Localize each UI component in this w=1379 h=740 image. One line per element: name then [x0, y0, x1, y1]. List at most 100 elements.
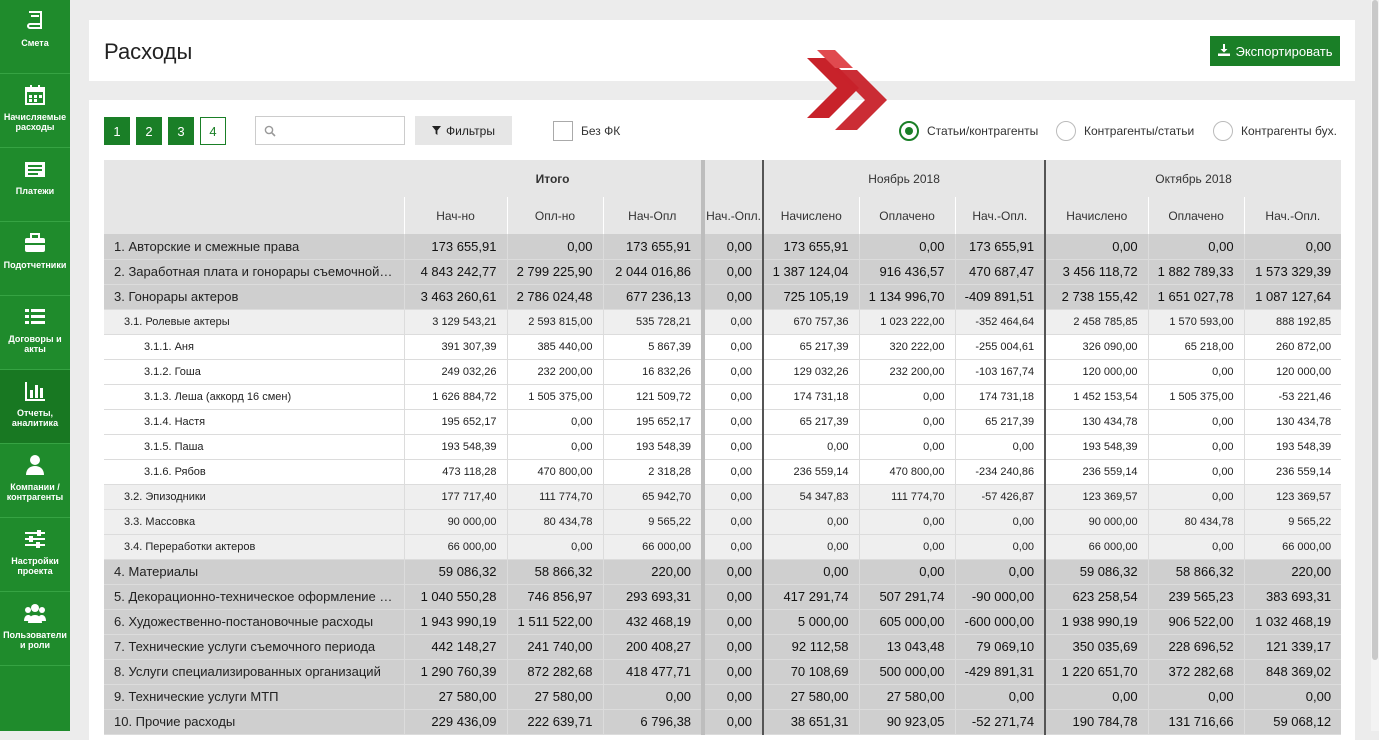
group-header-blank	[703, 160, 764, 197]
table-row[interactable]: 3.1.5. Паша 193 548,39 0,00 193 548,39 0,00 0…	[104, 434, 1341, 460]
table-row[interactable]: 2. Заработная плата и гонорары съемочной…	[104, 259, 1341, 285]
page-button-2[interactable]: 2	[136, 117, 162, 145]
export-button[interactable]: Экспортировать	[1210, 36, 1340, 66]
value-cell: 326 090,00	[1044, 334, 1149, 360]
column-header[interactable]: Начислено	[1044, 197, 1149, 234]
value-cell: 350 035,69	[1044, 634, 1149, 660]
book-icon	[24, 10, 46, 32]
page-button-3[interactable]: 3	[168, 117, 194, 145]
sidebar-item-users[interactable]: Пользователи и роли	[0, 592, 70, 666]
search-field[interactable]	[255, 116, 405, 145]
value-cell: 90 000,00	[1044, 509, 1149, 535]
value-cell: 58 866,32	[1147, 559, 1245, 585]
row-name-cell: 3.1. Ролевые актеры	[104, 309, 404, 335]
table-row[interactable]: 3.1.3. Леша (аккорд 16 смен) 1 626 884,72…	[104, 384, 1341, 410]
value-cell: 173 655,91	[954, 234, 1046, 260]
sidebar-item-list[interactable]: Договоры и акты	[0, 296, 70, 370]
row-name-cell: 3. Гонорары актеров	[104, 284, 404, 310]
filters-button[interactable]: Фильтры	[415, 116, 512, 145]
value-cell: 0,00	[702, 359, 764, 385]
table-row[interactable]: 1. Авторские и смежные права 173 655,91 0,…	[104, 234, 1341, 260]
value-cell: 470 800,00	[858, 459, 956, 485]
value-cell: 916 436,57	[858, 259, 956, 285]
sidebar-item-book[interactable]: Смета	[0, 0, 70, 74]
table-row[interactable]: 3.1.1. Аня 391 307,39 385 440,00 5 867,39 0,…	[104, 334, 1341, 360]
radio-counterparties-accounting[interactable]: Контрагенты бух.	[1213, 121, 1337, 141]
value-cell: 70 108,69	[762, 659, 860, 685]
column-header[interactable]: Нач-Опл	[602, 197, 706, 234]
value-cell: 120 000,00	[1044, 359, 1149, 385]
table-row[interactable]: 6. Художественно-постановочные расходы 1 …	[104, 609, 1341, 635]
value-cell: 507 291,74	[858, 584, 956, 610]
value-cell: 111 774,70	[506, 484, 603, 510]
value-cell: 0,00	[702, 434, 764, 460]
column-header[interactable]: Нач.-Опл.	[954, 197, 1046, 234]
sidebar-item-label: Компании / контрагенты	[6, 482, 64, 502]
table-row[interactable]: 7. Технические услуги съемочного периода…	[104, 634, 1341, 660]
column-header[interactable]: Оплачено	[1147, 197, 1245, 234]
table-row[interactable]: 5. Декорационно-техническое оформление ф…	[104, 584, 1341, 610]
page-scrollbar[interactable]	[1371, 0, 1379, 731]
value-cell: 0,00	[702, 334, 764, 360]
table-row[interactable]: 9. Технические услуги МТП 27 580,00 27 580…	[104, 684, 1341, 710]
value-cell: 1 943 990,19	[403, 609, 507, 635]
column-header[interactable]: Начислено	[762, 197, 860, 234]
value-cell: 27 580,00	[762, 684, 860, 710]
table-row[interactable]: 3.3. Массовка 90 000,00 80 434,78 9 565,22 0…	[104, 509, 1341, 535]
column-header[interactable]: Нач-но	[403, 197, 507, 234]
sidebar-item-briefcase[interactable]: Подотчетники	[0, 222, 70, 296]
value-cell: 391 307,39	[403, 334, 507, 360]
value-cell: 470 687,47	[954, 259, 1046, 285]
value-cell: 0,00	[1147, 534, 1245, 560]
value-cell: 4 843 242,77	[403, 259, 507, 285]
table-row[interactable]: 3.1. Ролевые актеры 3 129 543,21 2 593 815…	[104, 309, 1341, 335]
column-header[interactable]: Нач.-Опл.	[702, 197, 764, 234]
table-row[interactable]: 3.4. Переработки актеров 66 000,00 0,00 66 …	[104, 534, 1341, 560]
table-row[interactable]: 3. Гонорары актеров 3 463 260,61 2 786 024…	[104, 284, 1341, 310]
row-name-cell: 3.1.1. Аня	[104, 334, 404, 360]
sidebar-item-sliders[interactable]: Настройки проекта	[0, 518, 70, 592]
sidebar-item-calendar[interactable]: Начисляемые расходы	[0, 74, 70, 148]
no-fk-checkbox[interactable]: Без ФК	[553, 121, 620, 141]
user-icon	[24, 454, 46, 476]
value-cell: 121 509,72	[602, 384, 706, 410]
report-table-container[interactable]: Итого Ноябрь 2018 Октябрь 2018 Нач-но Опл…	[104, 160, 1341, 740]
table-row[interactable]: 8. Услуги специализированных организаций…	[104, 659, 1341, 685]
column-header[interactable]: Нач.-Опл.	[1243, 197, 1341, 234]
table-row[interactable]: 4. Материалы 59 086,32 58 866,32 220,00 0,00…	[104, 559, 1341, 585]
value-cell: 0,00	[702, 709, 764, 735]
value-cell: 6 796,38	[602, 709, 706, 735]
table-row[interactable]: 3.1.6. Рябов 473 118,28 470 800,00 2 318,28…	[104, 459, 1341, 485]
value-cell: 131 716,66	[1147, 709, 1245, 735]
value-cell: 130 434,78	[1044, 409, 1149, 435]
value-cell: 0,00	[702, 409, 764, 435]
table-row[interactable]: 3.1.2. Гоша 249 032,26 232 200,00 16 832,26…	[104, 359, 1341, 385]
value-cell: 236 559,14	[762, 459, 860, 485]
radio-button[interactable]	[899, 121, 919, 141]
table-row[interactable]: 3.1.4. Настя 195 652,17 0,00 195 652,17 0,00…	[104, 409, 1341, 435]
value-cell: 2 458 785,85	[1044, 309, 1149, 335]
value-cell: 623 258,54	[1044, 584, 1149, 610]
sidebar-item-list-card[interactable]: Платежи	[0, 148, 70, 222]
radio-articles-counterparties[interactable]: Статьи/контрагенты	[899, 121, 1038, 141]
checkbox-box[interactable]	[553, 121, 573, 141]
radio-button[interactable]	[1056, 121, 1076, 141]
value-cell: 2 799 225,90	[506, 259, 603, 285]
sidebar-item-bar-chart[interactable]: Отчеты, аналитика	[0, 370, 70, 444]
value-cell: 177 717,40	[403, 484, 507, 510]
page-button-4[interactable]: 4	[200, 117, 226, 145]
value-cell: 1 134 996,70	[858, 284, 956, 310]
sidebar-item-user[interactable]: Компании / контрагенты	[0, 444, 70, 518]
column-header[interactable]: Оплачено	[858, 197, 956, 234]
page-button-1[interactable]: 1	[104, 117, 130, 145]
table-row[interactable]: 10. Прочие расходы 229 436,09 222 639,71 6 …	[104, 709, 1341, 735]
radio-button[interactable]	[1213, 121, 1233, 141]
value-cell: 130 434,78	[1243, 409, 1341, 435]
table-row[interactable]: 3.2. Эпизодники 177 717,40 111 774,70 65 94…	[104, 484, 1341, 510]
search-input[interactable]	[280, 121, 400, 141]
column-header[interactable]: Опл-но	[506, 197, 603, 234]
radio-counterparties-articles[interactable]: Контрагенты/статьи	[1056, 121, 1194, 141]
value-cell: 220,00	[1243, 559, 1341, 585]
scrollbar-thumb[interactable]	[1372, 0, 1378, 660]
sidebar-item-label: Пользователи и роли	[3, 630, 67, 650]
